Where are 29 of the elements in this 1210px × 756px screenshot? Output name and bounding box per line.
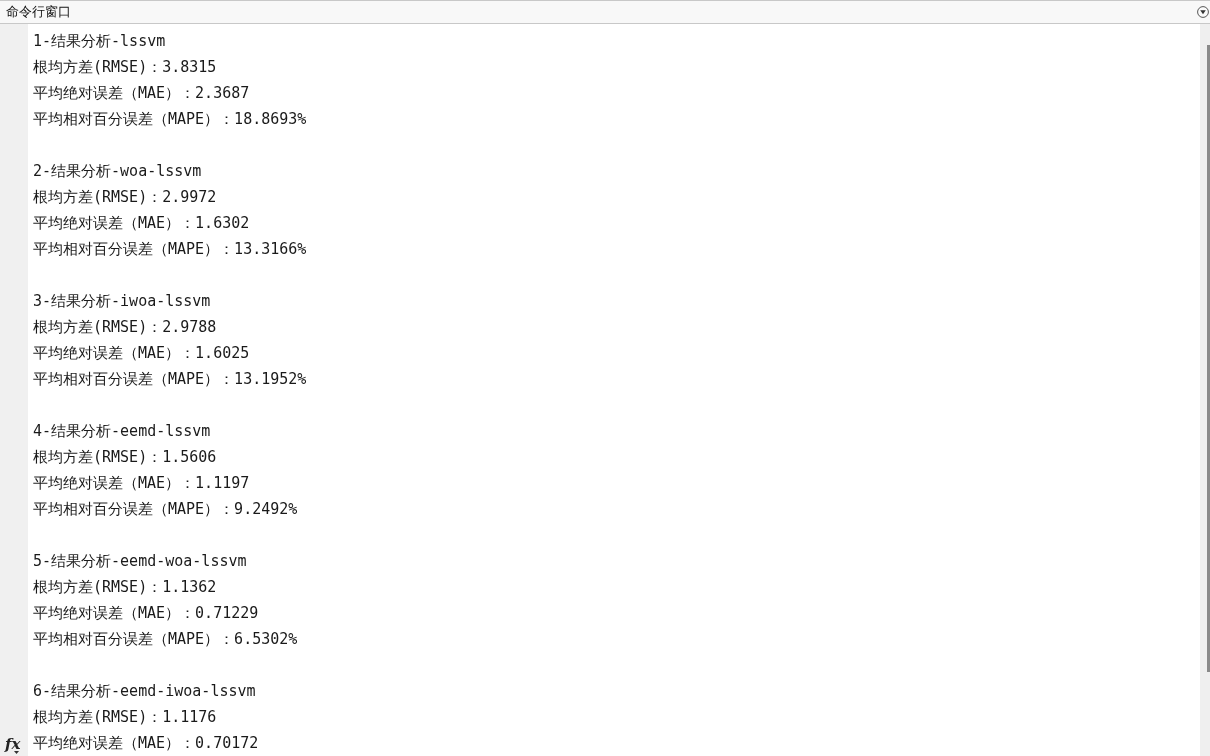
output-line: 平均相对百分误差（MAPE）：9.2492%: [33, 499, 298, 520]
scrollbar-thumb[interactable]: [1207, 45, 1210, 672]
output-heading: 6-结果分析-eemd-iwoa-lssvm: [33, 681, 256, 702]
output-line: 平均绝对误差（MAE）：0.71229: [33, 603, 259, 624]
output-heading: 4-结果分析-eemd-lssvm: [33, 421, 211, 442]
output-heading: 2-结果分析-woa-lssvm: [33, 161, 202, 182]
caret-circle-icon[interactable]: [1197, 6, 1209, 18]
output-line: 平均绝对误差（MAE）：1.1197: [33, 473, 250, 494]
output-heading: 5-结果分析-eemd-woa-lssvm: [33, 551, 247, 572]
output-line: 平均相对百分误差（MAPE）：13.1952%: [33, 369, 307, 390]
output-line: 根均方差(RMSE)：3.8315: [33, 57, 217, 78]
output-line: 平均相对百分误差（MAPE）：6.5302%: [33, 629, 298, 650]
scrollbar[interactable]: [1200, 24, 1210, 756]
output-line: 平均绝对误差（MAE）：0.70172: [33, 733, 259, 754]
output-line: 平均相对百分误差（MAPE）：18.8693%: [33, 109, 307, 130]
output-heading: 3-结果分析-iwoa-lssvm: [33, 291, 211, 312]
output-line: 根均方差(RMSE)：1.1362: [33, 577, 217, 598]
output-line: 根均方差(RMSE)：1.5606: [33, 447, 217, 468]
output-line: 平均绝对误差（MAE）：1.6302: [33, 213, 250, 234]
function-browser-button[interactable]: fx: [5, 737, 21, 754]
output-line: 平均绝对误差（MAE）：2.3687: [33, 83, 250, 104]
output-line: 根均方差(RMSE)：2.9788: [33, 317, 217, 338]
output-heading: 1-结果分析-lssvm: [33, 31, 166, 52]
output-line: 根均方差(RMSE)：2.9972: [33, 187, 217, 208]
panel-title: 命令行窗口: [6, 3, 71, 21]
output-line: 平均相对百分误差（MAPE）：13.3166%: [33, 239, 307, 260]
caret-icon: [14, 751, 20, 754]
output-line: 平均绝对误差（MAE）：1.6025: [33, 343, 250, 364]
output-line: 根均方差(RMSE)：1.1176: [33, 707, 217, 728]
